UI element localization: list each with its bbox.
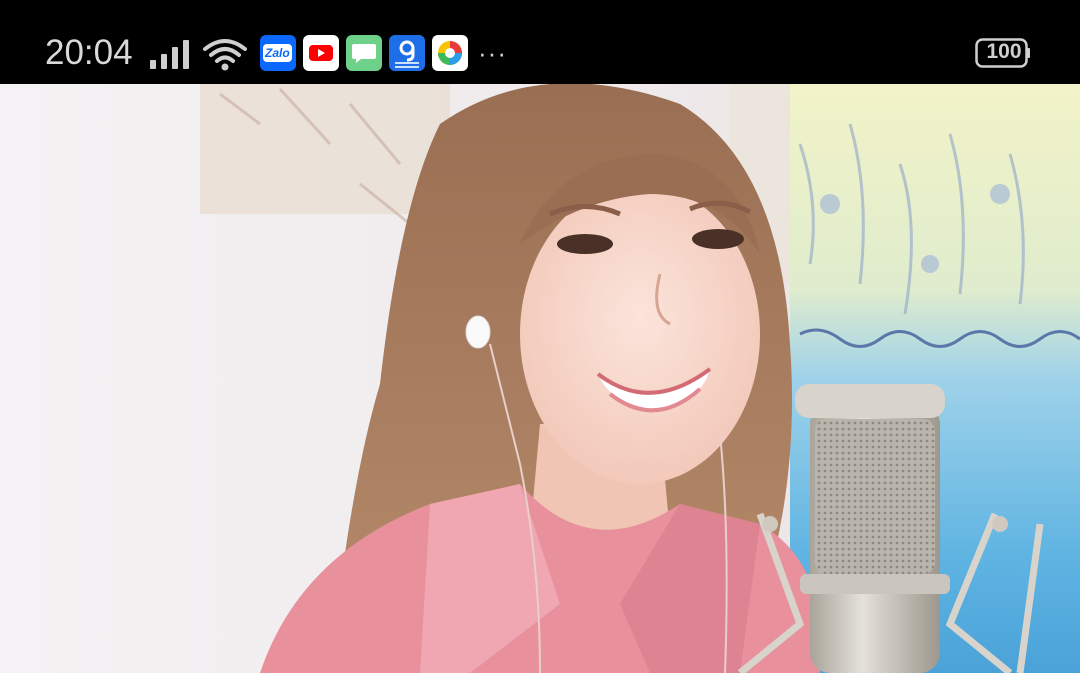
video-scene <box>0 84 1080 673</box>
color-app-icon <box>432 35 468 71</box>
ninegag-app-icon <box>389 35 425 71</box>
clock: 20:04 <box>45 33 133 72</box>
video-frame <box>0 84 1080 673</box>
zalo-app-icon: Zalo <box>260 35 296 71</box>
youtube-app-icon <box>303 35 339 71</box>
status-bar: 20:04 Zalo ··· 100 <box>0 0 1080 84</box>
wifi-icon <box>203 39 247 71</box>
signal-icon <box>150 40 189 69</box>
more-notifications-icon: ··· <box>478 38 507 68</box>
zalo-label: Zalo <box>263 44 292 62</box>
battery-level: 100 <box>986 40 1022 63</box>
messages-app-icon <box>346 35 382 71</box>
